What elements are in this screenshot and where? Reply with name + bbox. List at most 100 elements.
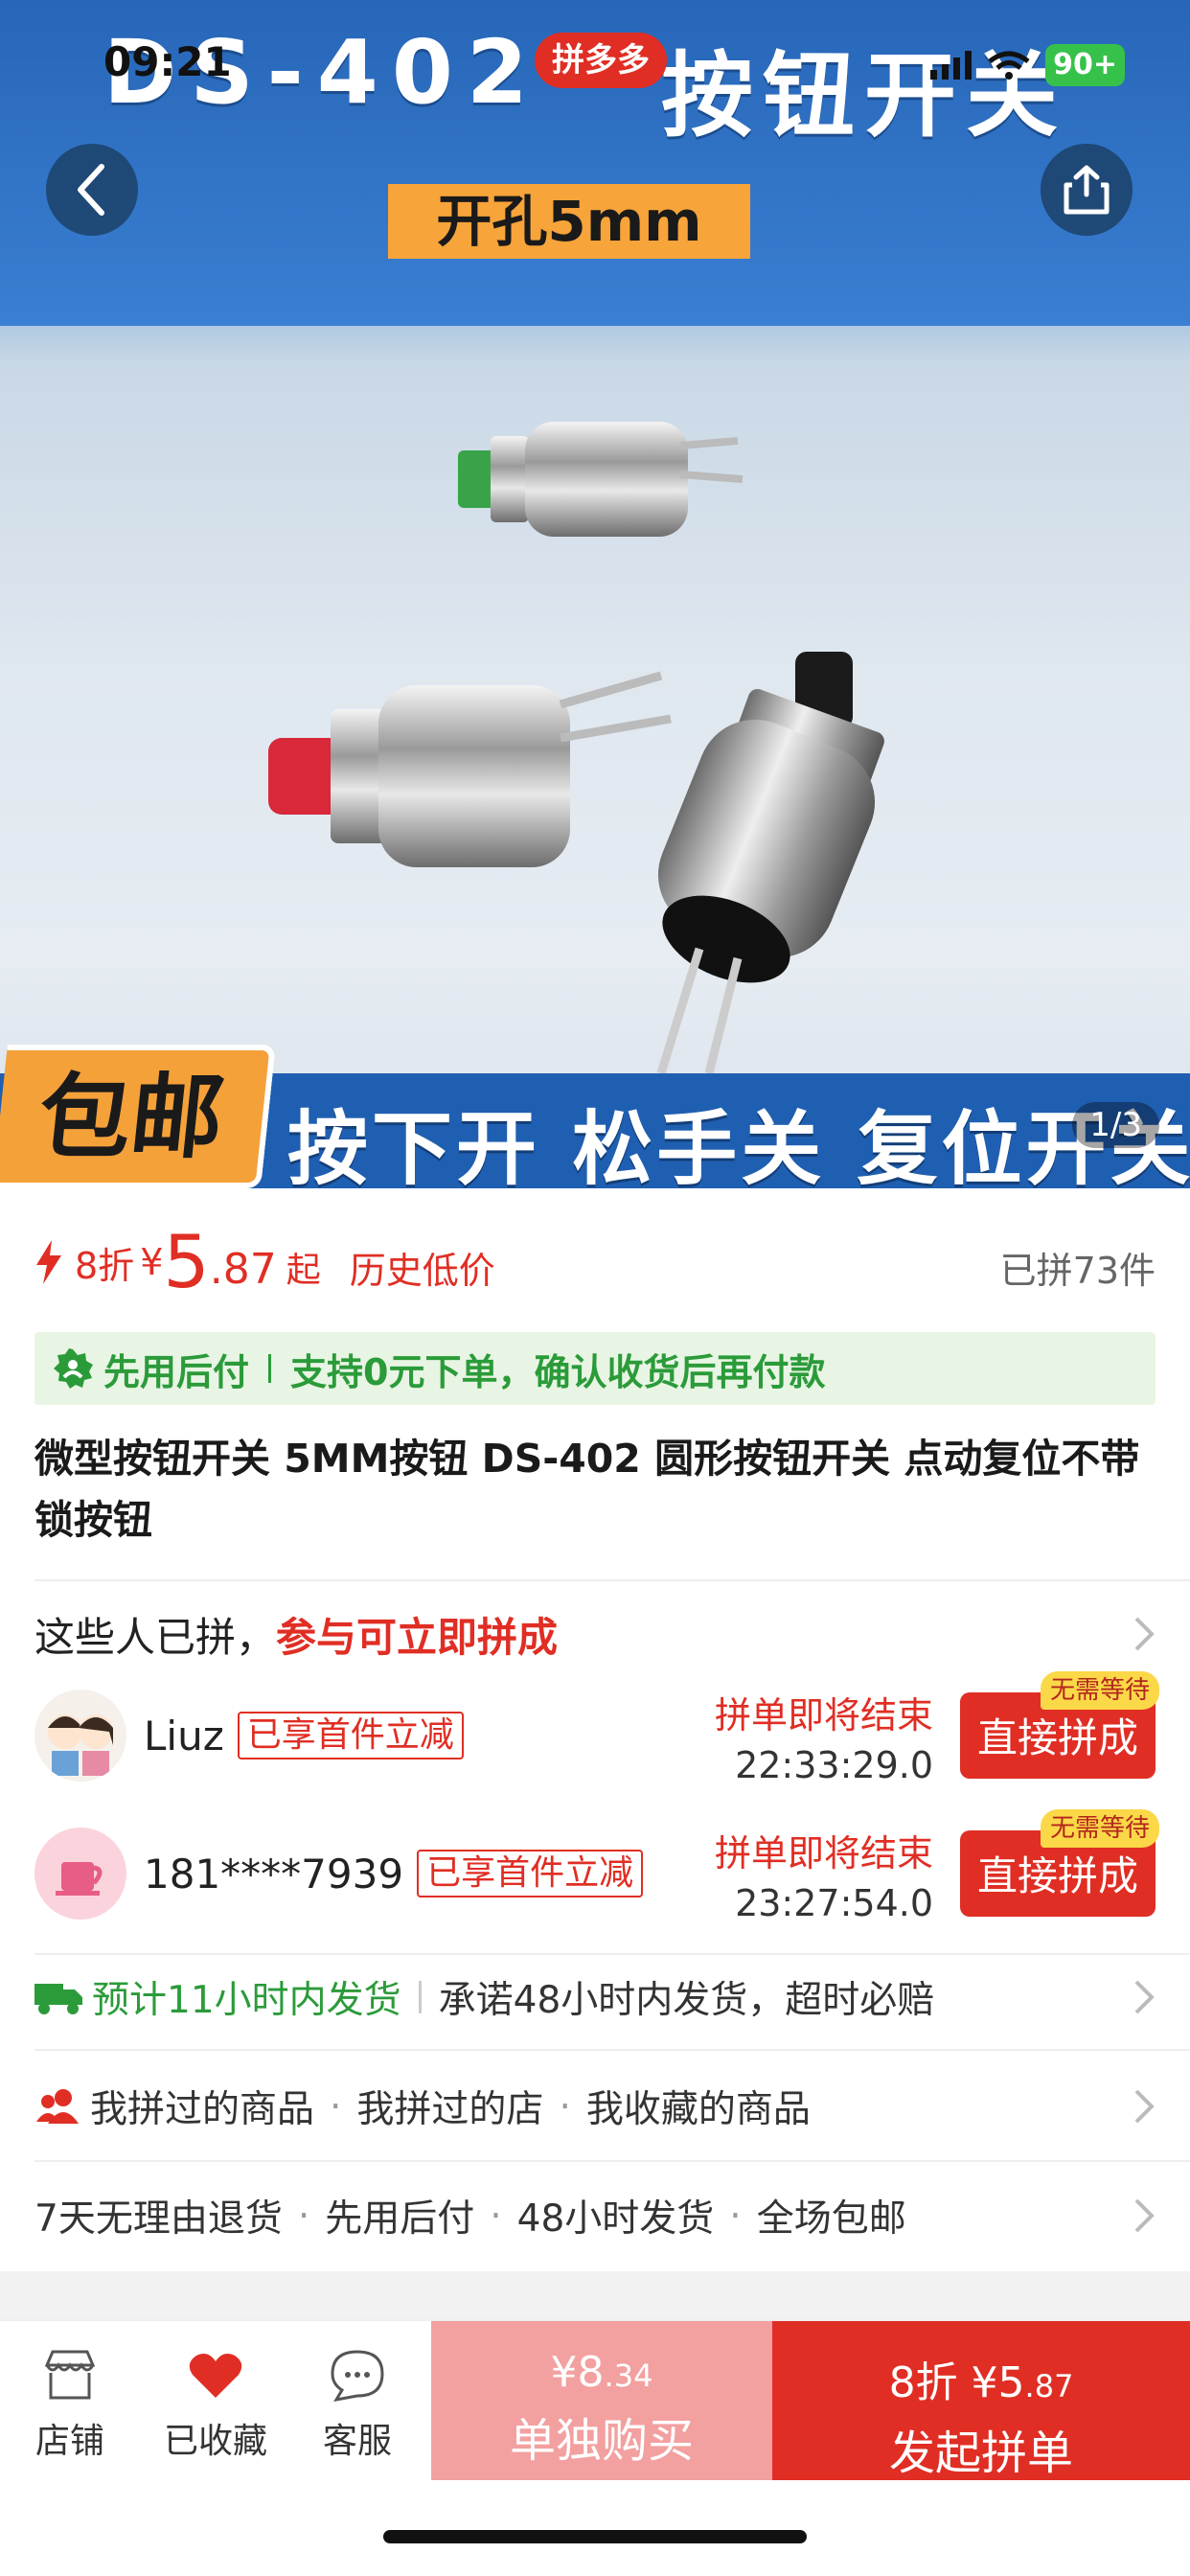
first-discount-tag: 已享首件立减 (417, 1850, 644, 1898)
store-tab[interactable]: 店铺 (8, 2348, 132, 2463)
buy-single-button[interactable]: ¥8.34 单独购买 (431, 2321, 772, 2480)
currency-symbol: ¥ (140, 1241, 164, 1283)
avatar (34, 1828, 126, 1920)
service-return: 7天无理由退货 (34, 2197, 283, 2241)
price-row: 8折 ¥ 5 .87 起 历史低价 已拼73件 (34, 1219, 1156, 1305)
discount-label: 8折 (75, 1244, 135, 1287)
status-time: 09:21 (103, 38, 232, 85)
no-wait-badge: 无需等待 (1040, 1671, 1159, 1710)
shipping-row[interactable]: 预计11小时内发货 承诺48小时内发货，超时必赔 (34, 1959, 1156, 2036)
user-name: Liuz (144, 1712, 224, 1760)
history-links-row[interactable]: 我拼过的商品 · 我拼过的店 · 我收藏的商品 (34, 2068, 1156, 2145)
battery-indicator: 90+ (1045, 44, 1125, 86)
green-switch-image (458, 422, 744, 537)
product-image-carousel[interactable]: DS-402 按钮开关 拼多多 开孔5mm 包邮 按下开 松手关 复位开关 1/… (0, 0, 1190, 1188)
group-end-label: 拼单即将结束 (714, 1693, 933, 1736)
separator-dot: · (729, 2194, 742, 2238)
feature-banner-text: 按下开 松手关 复位开关 (287, 1102, 1190, 1188)
service-pay-later: 先用后付 (325, 2197, 475, 2241)
chat-icon (331, 2350, 384, 2403)
price-suffix: 起 (286, 1251, 321, 1290)
favorited-label: 已收藏 (163, 2422, 267, 2461)
chevron-right-icon (1134, 2089, 1155, 2124)
separator-dot: · (559, 2084, 571, 2128)
divider (34, 2049, 1190, 2051)
group-header-bold: 参与可立即拼成 (276, 1613, 559, 1661)
history-low-label: 历史低价 (349, 1249, 495, 1292)
section-gap (0, 2271, 1190, 2319)
group-end-label: 拼单即将结束 (714, 1831, 933, 1874)
price-integer: 5 (163, 1219, 210, 1304)
group-price: 8折 ¥5.87 (888, 2358, 1074, 2407)
wifi-icon (988, 51, 1030, 80)
services-row[interactable]: 7天无理由退货 · 先用后付 · 48小时发货 · 全场包邮 (34, 2177, 1156, 2254)
separator-dot: · (297, 2194, 310, 2238)
chevron-right-icon (1134, 1617, 1155, 1651)
single-price: ¥8.34 (550, 2348, 653, 2397)
delivery-truck-icon (34, 1984, 82, 2014)
avatar (34, 1690, 126, 1782)
lightning-icon (36, 1240, 61, 1284)
chevron-left-icon (78, 164, 104, 216)
separator (418, 1981, 422, 2013)
customer-service-tab[interactable]: 客服 (295, 2348, 420, 2463)
image-page-indicator: 1/3 (1072, 1102, 1159, 1148)
group-countdown: 22:33:29.0 (735, 1743, 933, 1786)
share-button[interactable] (1041, 144, 1133, 236)
product-title: 微型按钮开关 5MM按钮 DS-402 圆形按钮开关 点动复位不带锁按钮 (34, 1436, 1140, 1543)
chevron-right-icon (1134, 1980, 1155, 2014)
product-photo (268, 422, 884, 1073)
black-switch-image (656, 652, 884, 1073)
red-switch-image (268, 671, 672, 867)
image-title-name: 按钮开关 (661, 42, 1067, 150)
service-label: 客服 (322, 2422, 392, 2461)
start-group-label: 发起拼单 (888, 2426, 1073, 2480)
pay-later-desc: 支持0元下单，确认收货后再付款 (290, 1350, 826, 1393)
separator-dot: · (330, 2084, 342, 2128)
pdd-badge: 拼多多 (535, 33, 667, 88)
heart-icon (189, 2354, 242, 2398)
bottom-action-bar: 店铺 已收藏 客服 ¥8.34 单独购买 8折 ¥5.87 发起拼单 (0, 2319, 1190, 2480)
history-link-favorites[interactable]: 我收藏的商品 (586, 2080, 811, 2133)
status-icons: 90+ (930, 44, 1125, 86)
join-group-button[interactable]: 直接拼成 无需等待 (960, 1671, 1159, 1779)
favorite-tab[interactable]: 已收藏 (153, 2348, 278, 2463)
service-free-shipping: 全场包邮 (756, 2197, 906, 2241)
sold-count: 已拼73件 (999, 1249, 1156, 1292)
back-button[interactable] (46, 144, 138, 236)
free-shipping-tag: 包邮 (0, 1045, 276, 1188)
pay-later-bar[interactable]: 先用后付 支持0元下单，确认收货后再付款 (34, 1332, 1156, 1405)
home-indicator (383, 2530, 807, 2543)
join-group-label: 直接拼成 (976, 1852, 1138, 1899)
user-name: 181****7939 (144, 1850, 404, 1898)
join-group-label: 直接拼成 (976, 1714, 1138, 1761)
shipping-promise: 承诺48小时内发货，超时必赔 (438, 1979, 935, 2022)
store-label: 店铺 (34, 2422, 104, 2461)
service-ship-48h: 48小时发货 (516, 2197, 715, 2241)
join-group-button[interactable]: 直接拼成 无需等待 (960, 1809, 1159, 1917)
divider (34, 2160, 1190, 2162)
first-discount-tag: 已享首件立减 (237, 1712, 464, 1760)
pay-later-label: 先用后付 (103, 1350, 250, 1393)
divider (34, 1953, 1190, 1955)
share-icon (1064, 165, 1110, 215)
chevron-right-icon (1134, 2198, 1155, 2233)
divider (34, 1579, 1190, 1581)
start-group-button[interactable]: 8折 ¥5.87 发起拼单 (772, 2321, 1190, 2480)
shipping-eta: 预计11小时内发货 (92, 1979, 401, 2022)
pay-later-separator (268, 1354, 272, 1383)
group-header-plain: 这些人已拼， (34, 1613, 277, 1661)
users-icon (36, 2089, 79, 2124)
group-end-info: 拼单即将结束 23:27:54.0 (715, 1824, 933, 1924)
separator-dot: · (490, 2194, 502, 2238)
group-end-info: 拼单即将结束 22:33:29.0 (715, 1686, 933, 1786)
history-link-goods[interactable]: 我拼过的商品 (90, 2080, 314, 2133)
group-section-header[interactable]: 这些人已拼， 参与可立即拼成 (34, 1600, 1156, 1668)
signal-icon (930, 51, 973, 80)
group-row: 181****7939 已享首件立减 拼单即将结束 23:27:54.0 直接拼… (34, 1809, 1159, 1926)
store-icon (44, 2350, 96, 2400)
history-link-stores[interactable]: 我拼过的店 (356, 2080, 543, 2133)
group-countdown: 23:27:54.0 (735, 1881, 933, 1924)
hole-size-tag: 开孔5mm (388, 184, 750, 259)
single-buy-label: 单独购买 (509, 2414, 694, 2468)
